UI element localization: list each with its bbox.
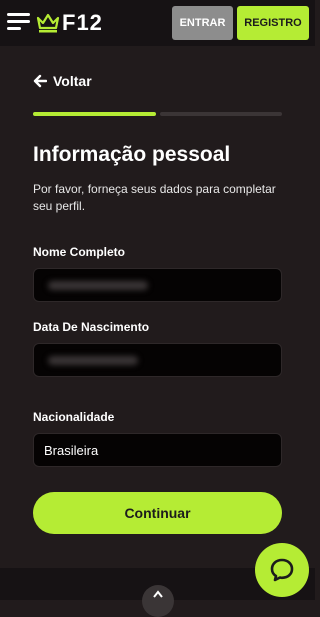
arrow-left-icon [33, 74, 47, 88]
progress-step-1 [33, 112, 156, 116]
progress-step-2 [160, 112, 282, 116]
brand-logo[interactable]: F12 [36, 10, 103, 35]
redacted-value [48, 281, 148, 290]
nationality-label: Nacionalidade [33, 410, 115, 424]
register-button[interactable]: REGISTRO [237, 6, 309, 40]
chat-button[interactable] [255, 543, 309, 597]
birth-date-label: Data De Nascimento [33, 320, 150, 334]
hamburger-menu-icon[interactable] [7, 13, 30, 31]
redacted-value [48, 356, 138, 365]
crown-icon [36, 13, 60, 33]
birth-date-input[interactable] [33, 343, 282, 377]
page-subtitle: Por favor, forneça seus dados para compl… [33, 182, 276, 213]
login-button[interactable]: ENTRAR [172, 6, 233, 40]
top-header: F12 ENTRAR REGISTRO [0, 0, 315, 46]
back-link[interactable]: Voltar [33, 73, 92, 89]
full-name-label: Nome Completo [33, 245, 126, 259]
full-name-input[interactable] [33, 268, 282, 302]
continue-button[interactable]: Continuar [33, 492, 282, 534]
back-label: Voltar [53, 73, 92, 89]
chat-icon [270, 558, 294, 582]
nationality-input[interactable]: Brasileira [33, 433, 282, 467]
chevron-up-icon [153, 590, 163, 598]
logo-text: F12 [62, 10, 103, 35]
nationality-value: Brasileira [44, 443, 99, 458]
scroll-to-top-button[interactable] [142, 585, 174, 617]
page-title: Informação pessoal [33, 143, 231, 166]
